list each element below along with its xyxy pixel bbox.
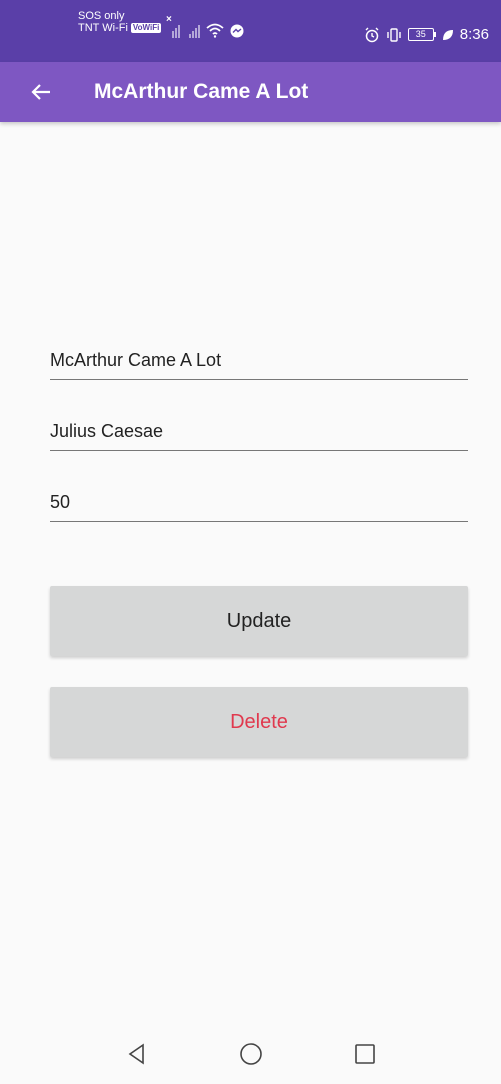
signal-icons: × [166, 14, 244, 38]
clock-time: 8:36 [459, 26, 489, 43]
signal-1-icon: × [166, 14, 183, 38]
delete-button[interactable]: Delete [50, 687, 468, 757]
nav-back-icon[interactable] [125, 1042, 149, 1066]
app-toolbar: McArthur Came A Lot [0, 62, 501, 122]
back-button[interactable] [16, 62, 66, 122]
wifi-icon [206, 23, 224, 38]
vibrate-icon [387, 27, 401, 42]
title-input[interactable]: McArthur Came A Lot [50, 342, 468, 380]
carrier-top-text: SOS only [78, 10, 125, 22]
battery-level: 35 [407, 28, 434, 41]
number-input[interactable]: 50 [50, 484, 468, 522]
messenger-icon [230, 24, 244, 38]
signal-2-icon [189, 22, 200, 38]
carrier-bottom-text: TNT Wi-Fi [78, 22, 128, 34]
page-title: McArthur Came A Lot [94, 80, 309, 103]
alarm-icon [365, 27, 379, 42]
author-input[interactable]: Julius Caesae [50, 413, 468, 451]
arrow-left-icon [31, 84, 50, 100]
status-bar: SOS only TNT Wi-Fi VoWiFi × 35 8:36 [0, 0, 501, 62]
power-saving-leaf-icon [442, 29, 453, 40]
vowifi-badge: VoWiFi [130, 23, 162, 33]
update-button[interactable]: Update [50, 586, 468, 656]
nav-recents-icon[interactable] [353, 1042, 377, 1066]
battery-icon: 35 [407, 28, 436, 41]
carrier-info: SOS only TNT Wi-Fi VoWiFi [78, 10, 162, 34]
system-nav-bar [0, 1024, 501, 1084]
right-status: 35 8:36 [364, 26, 489, 43]
nav-home-icon[interactable] [239, 1042, 263, 1066]
